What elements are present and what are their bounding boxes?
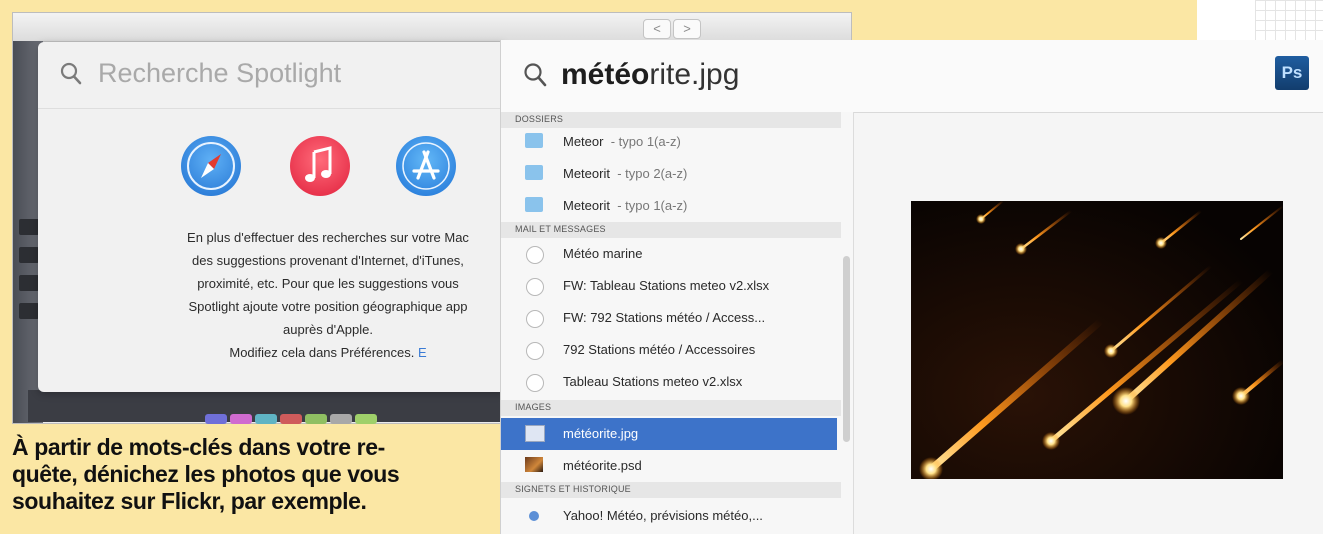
result-title: Météo marine xyxy=(563,246,643,261)
mail-icon xyxy=(526,374,544,392)
mail-icon xyxy=(526,246,544,264)
background-window-titlebar: < > xyxy=(13,13,851,42)
section-header-band xyxy=(501,400,841,416)
folder-icon xyxy=(525,133,543,148)
mail-icon xyxy=(526,342,544,360)
dock-app-icon[interactable] xyxy=(255,414,277,424)
dock-app-icon[interactable] xyxy=(230,414,252,424)
result-title: Meteorit xyxy=(563,166,610,181)
back-button[interactable]: < xyxy=(643,19,671,39)
description-line: des suggestions provenant d'Internet, d'… xyxy=(192,253,464,268)
description-line: En plus d'effectuer des recherches sur v… xyxy=(187,230,469,245)
image-preview xyxy=(911,201,1283,479)
article-caption: À partir de mots-clés dans votre re- quê… xyxy=(12,434,502,515)
result-label: Meteor - typo 1(a-z) xyxy=(563,134,681,149)
safari-icon[interactable] xyxy=(181,136,241,196)
result-row-image-selected[interactable]: météorite.jpg xyxy=(501,418,837,450)
result-row-mail[interactable]: Météo marine xyxy=(501,238,837,270)
dock-app-icon[interactable] xyxy=(355,414,377,424)
result-row-mail[interactable]: Tableau Stations meteo v2.xlsx xyxy=(501,366,837,398)
results-list: DOSSIERS Meteor - typo 1(a-z) Meteorit -… xyxy=(501,112,854,534)
result-title: FW: 792 Stations météo / Access... xyxy=(563,310,766,325)
section-header-images: IMAGES xyxy=(515,402,552,412)
result-row-mail[interactable]: 792 Stations météo / Accessoires xyxy=(501,334,837,366)
image-file-icon xyxy=(525,425,545,442)
mail-icon xyxy=(526,310,544,328)
result-title: météorite.jpg xyxy=(563,426,639,441)
caption-line: À partir de mots-clés dans votre re- xyxy=(12,434,385,460)
modify-preferences-text: Modifiez cela dans Préférences. xyxy=(229,345,415,360)
keyboard-key xyxy=(19,303,39,319)
query-autocomplete-text: rite.jpg xyxy=(649,58,740,91)
result-row-mail[interactable]: FW: 792 Stations météo / Access... xyxy=(501,302,837,334)
folder-icon xyxy=(525,165,543,180)
result-row-mail[interactable]: FW: Tableau Stations meteo v2.xlsx xyxy=(501,270,837,302)
description-line: Spotlight ajoute votre position géograph… xyxy=(188,299,468,314)
caption-line: souhaitez sur Flickr, par exemple. xyxy=(12,488,367,514)
result-title: FW: Tableau Stations meteo v2.xlsx xyxy=(563,278,770,293)
result-title: Yahoo! Météo, prévisions météo,... xyxy=(563,508,763,523)
result-row-image[interactable]: météorite.psd xyxy=(501,450,837,482)
spotlight-search-placeholder[interactable]: Recherche Spotlight xyxy=(98,58,341,89)
result-label: Meteorit - typo 2(a-z) xyxy=(563,166,687,181)
result-row-bookmark[interactable]: Yahoo! Météo, prévisions météo,... xyxy=(501,500,837,532)
modify-preferences-line: Modifiez cela dans Préférences. E xyxy=(118,341,538,364)
more-info-link[interactable]: E xyxy=(418,345,427,360)
dock-app-icon[interactable] xyxy=(330,414,352,424)
keyboard-key xyxy=(19,219,39,235)
dock-app-icon[interactable] xyxy=(280,414,302,424)
folder-icon xyxy=(525,197,543,212)
result-subtitle: - typo 1(a-z) xyxy=(617,198,688,213)
search-icon xyxy=(60,62,82,91)
mail-icon xyxy=(526,278,544,296)
result-label: Meteorit - typo 1(a-z) xyxy=(563,198,687,213)
section-header-mail: MAIL ET MESSAGES xyxy=(515,224,606,234)
spotlight-description: En plus d'effectuer des recherches sur v… xyxy=(118,226,538,364)
query-typed-text: météo xyxy=(561,58,650,91)
spotlight-home-search-bar[interactable]: Recherche Spotlight xyxy=(38,42,504,109)
result-subtitle: - typo 1(a-z) xyxy=(610,134,681,149)
description-line: proximité, etc. Pour que les suggestions… xyxy=(197,276,459,291)
spotlight-results-panel: météorite.jpg Ps DOSSIERS Meteor - typo … xyxy=(500,40,1323,534)
result-title: Meteor xyxy=(563,134,604,149)
description-line: auprès d'Apple. xyxy=(283,322,373,337)
search-icon xyxy=(523,62,547,93)
result-row-folder[interactable]: Meteor - typo 1(a-z) xyxy=(501,126,837,158)
result-title: météorite.psd xyxy=(563,458,642,473)
search-query-field[interactable]: météorite.jpg xyxy=(561,58,739,92)
itunes-icon[interactable] xyxy=(290,136,350,196)
spotlight-search-bar[interactable]: météorite.jpg Ps xyxy=(501,40,1323,113)
photoshop-app-icon: Ps xyxy=(1275,56,1309,90)
dock-app-icon[interactable] xyxy=(205,414,227,424)
spotlight-home-panel: Recherche Spotlight En plus d'effectuer … xyxy=(38,42,504,392)
caption-line: quête, dénichez les photos que vous xyxy=(12,461,400,487)
result-subtitle: - typo 2(a-z) xyxy=(617,166,688,181)
psd-file-icon xyxy=(525,457,543,472)
result-title: Meteorit xyxy=(563,198,610,213)
results-scrollbar[interactable] xyxy=(843,256,850,442)
keyboard-key xyxy=(19,247,39,263)
keyboard-key xyxy=(19,275,39,291)
dock-app-icon[interactable] xyxy=(305,414,327,424)
forward-button[interactable]: > xyxy=(673,19,701,39)
section-header-bookmarks: SIGNETS ET HISTORIQUE xyxy=(515,484,631,494)
result-title: Tableau Stations meteo v2.xlsx xyxy=(563,374,743,389)
result-title: 792 Stations météo / Accessoires xyxy=(563,342,756,357)
result-row-folder[interactable]: Meteorit - typo 2(a-z) xyxy=(501,158,837,190)
result-row-folder[interactable]: Meteorit - typo 1(a-z) xyxy=(501,190,837,222)
app-store-icon[interactable] xyxy=(396,136,456,196)
web-bookmark-icon xyxy=(529,511,539,521)
